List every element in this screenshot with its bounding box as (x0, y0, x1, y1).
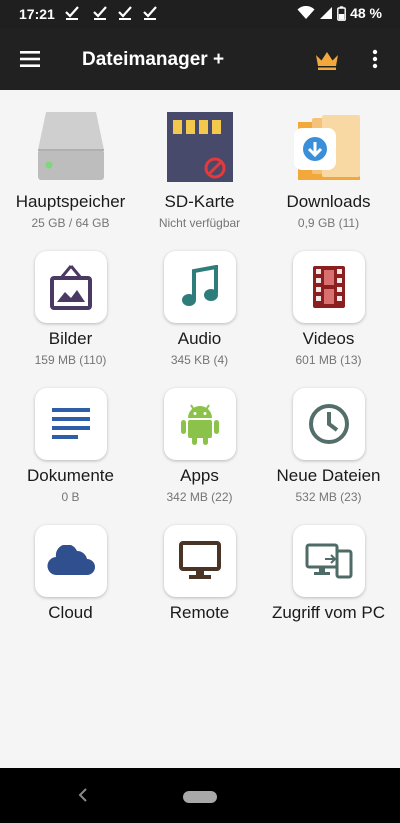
grid-item-zugriff-vom-pc[interactable]: Zugriff vom PC (262, 507, 395, 639)
check-icon (93, 6, 107, 20)
clock-icon (293, 388, 365, 460)
grid-item-label: Hauptspeicher (15, 192, 126, 211)
grid-item-audio[interactable]: Audio 345 KB (4) (133, 233, 266, 367)
grid-item-sd-karte[interactable]: SD-Karte Nicht verfügbar (133, 96, 266, 230)
grid-item-label: Downloads (286, 192, 371, 211)
film-strip-icon (293, 251, 365, 323)
grid-item-sub: 0 B (61, 490, 80, 504)
grid-item-dokumente[interactable]: Dokumente 0 B (4, 370, 137, 504)
cloud-icon (35, 525, 107, 597)
crown-icon (316, 52, 338, 70)
grid-item-downloads[interactable]: Downloads 0,9 GB (11) (262, 96, 395, 230)
app-bar: Dateimanager + (0, 28, 400, 90)
more-options-button[interactable] (363, 45, 387, 73)
android-icon (164, 388, 236, 460)
status-bar: 17:21 48 % (0, 0, 400, 28)
grid-item-label: SD-Karte (164, 192, 235, 211)
downloads-folder-icon (292, 110, 366, 184)
pc-phone-icon (293, 525, 365, 597)
grid-item-label: Videos (302, 329, 355, 348)
battery-icon (337, 5, 346, 21)
grid-item-label: Bilder (48, 329, 93, 348)
grid-item-sub: 159 MB (110) (34, 353, 107, 367)
grid-item-label: Cloud (48, 603, 93, 622)
grid-item-label: Zugriff vom PC (271, 603, 386, 622)
sd-card-icon (163, 110, 237, 184)
grid-item-sub: 25 GB / 64 GB (31, 216, 110, 230)
premium-button[interactable] (312, 47, 342, 73)
grid-item-videos[interactable]: Videos 601 MB (13) (262, 233, 395, 367)
hard-drive-icon (34, 110, 108, 184)
grid-item-apps[interactable]: Apps 342 MB (22) (133, 370, 266, 504)
grid-item-label: Dokumente (27, 466, 114, 485)
grid-item-sub: Nicht verfügbar (158, 216, 241, 230)
cellular-signal-icon (320, 7, 333, 19)
grid-item-sub: 342 MB (22) (166, 490, 233, 504)
grid-item-sub: 0,9 GB (11) (297, 216, 360, 230)
grid-item-sub: 345 KB (4) (170, 353, 229, 367)
check-icon (143, 6, 157, 20)
document-lines-icon (35, 388, 107, 460)
menu-button[interactable] (14, 45, 46, 73)
grid-item-label: Audio (177, 329, 222, 348)
monitor-icon (164, 525, 236, 597)
check-icon (118, 6, 132, 20)
more-vert-icon (372, 49, 378, 69)
grid-item-label: Remote (169, 603, 230, 622)
picture-frame-icon (35, 251, 107, 323)
battery-percentage: 48 % (350, 5, 382, 21)
app-title: Dateimanager + (82, 49, 225, 70)
back-button[interactable] (72, 784, 94, 806)
grid-item-cloud[interactable]: Cloud (4, 507, 137, 639)
navigation-bar (0, 768, 400, 823)
grid-item-sub: 532 MB (23) (295, 490, 362, 504)
grid-item-label: Apps (180, 466, 219, 485)
grid-item-hauptspeicher[interactable]: Hauptspeicher 25 GB / 64 GB (4, 96, 137, 230)
music-note-icon (164, 251, 236, 323)
grid-item-remote[interactable]: Remote (133, 507, 266, 639)
grid-item-neue-dateien[interactable]: Neue Dateien 532 MB (23) (262, 370, 395, 504)
status-time: 17:21 (19, 6, 55, 22)
back-chevron-icon (78, 788, 87, 802)
hamburger-menu-icon (20, 51, 40, 67)
home-pill-icon[interactable] (183, 791, 217, 803)
grid-item-bilder[interactable]: Bilder 159 MB (110) (4, 233, 137, 367)
grid-item-sub: 601 MB (13) (295, 353, 362, 367)
grid-item-label: Neue Dateien (276, 466, 381, 485)
check-icon (65, 6, 79, 20)
wifi-icon (297, 6, 315, 19)
